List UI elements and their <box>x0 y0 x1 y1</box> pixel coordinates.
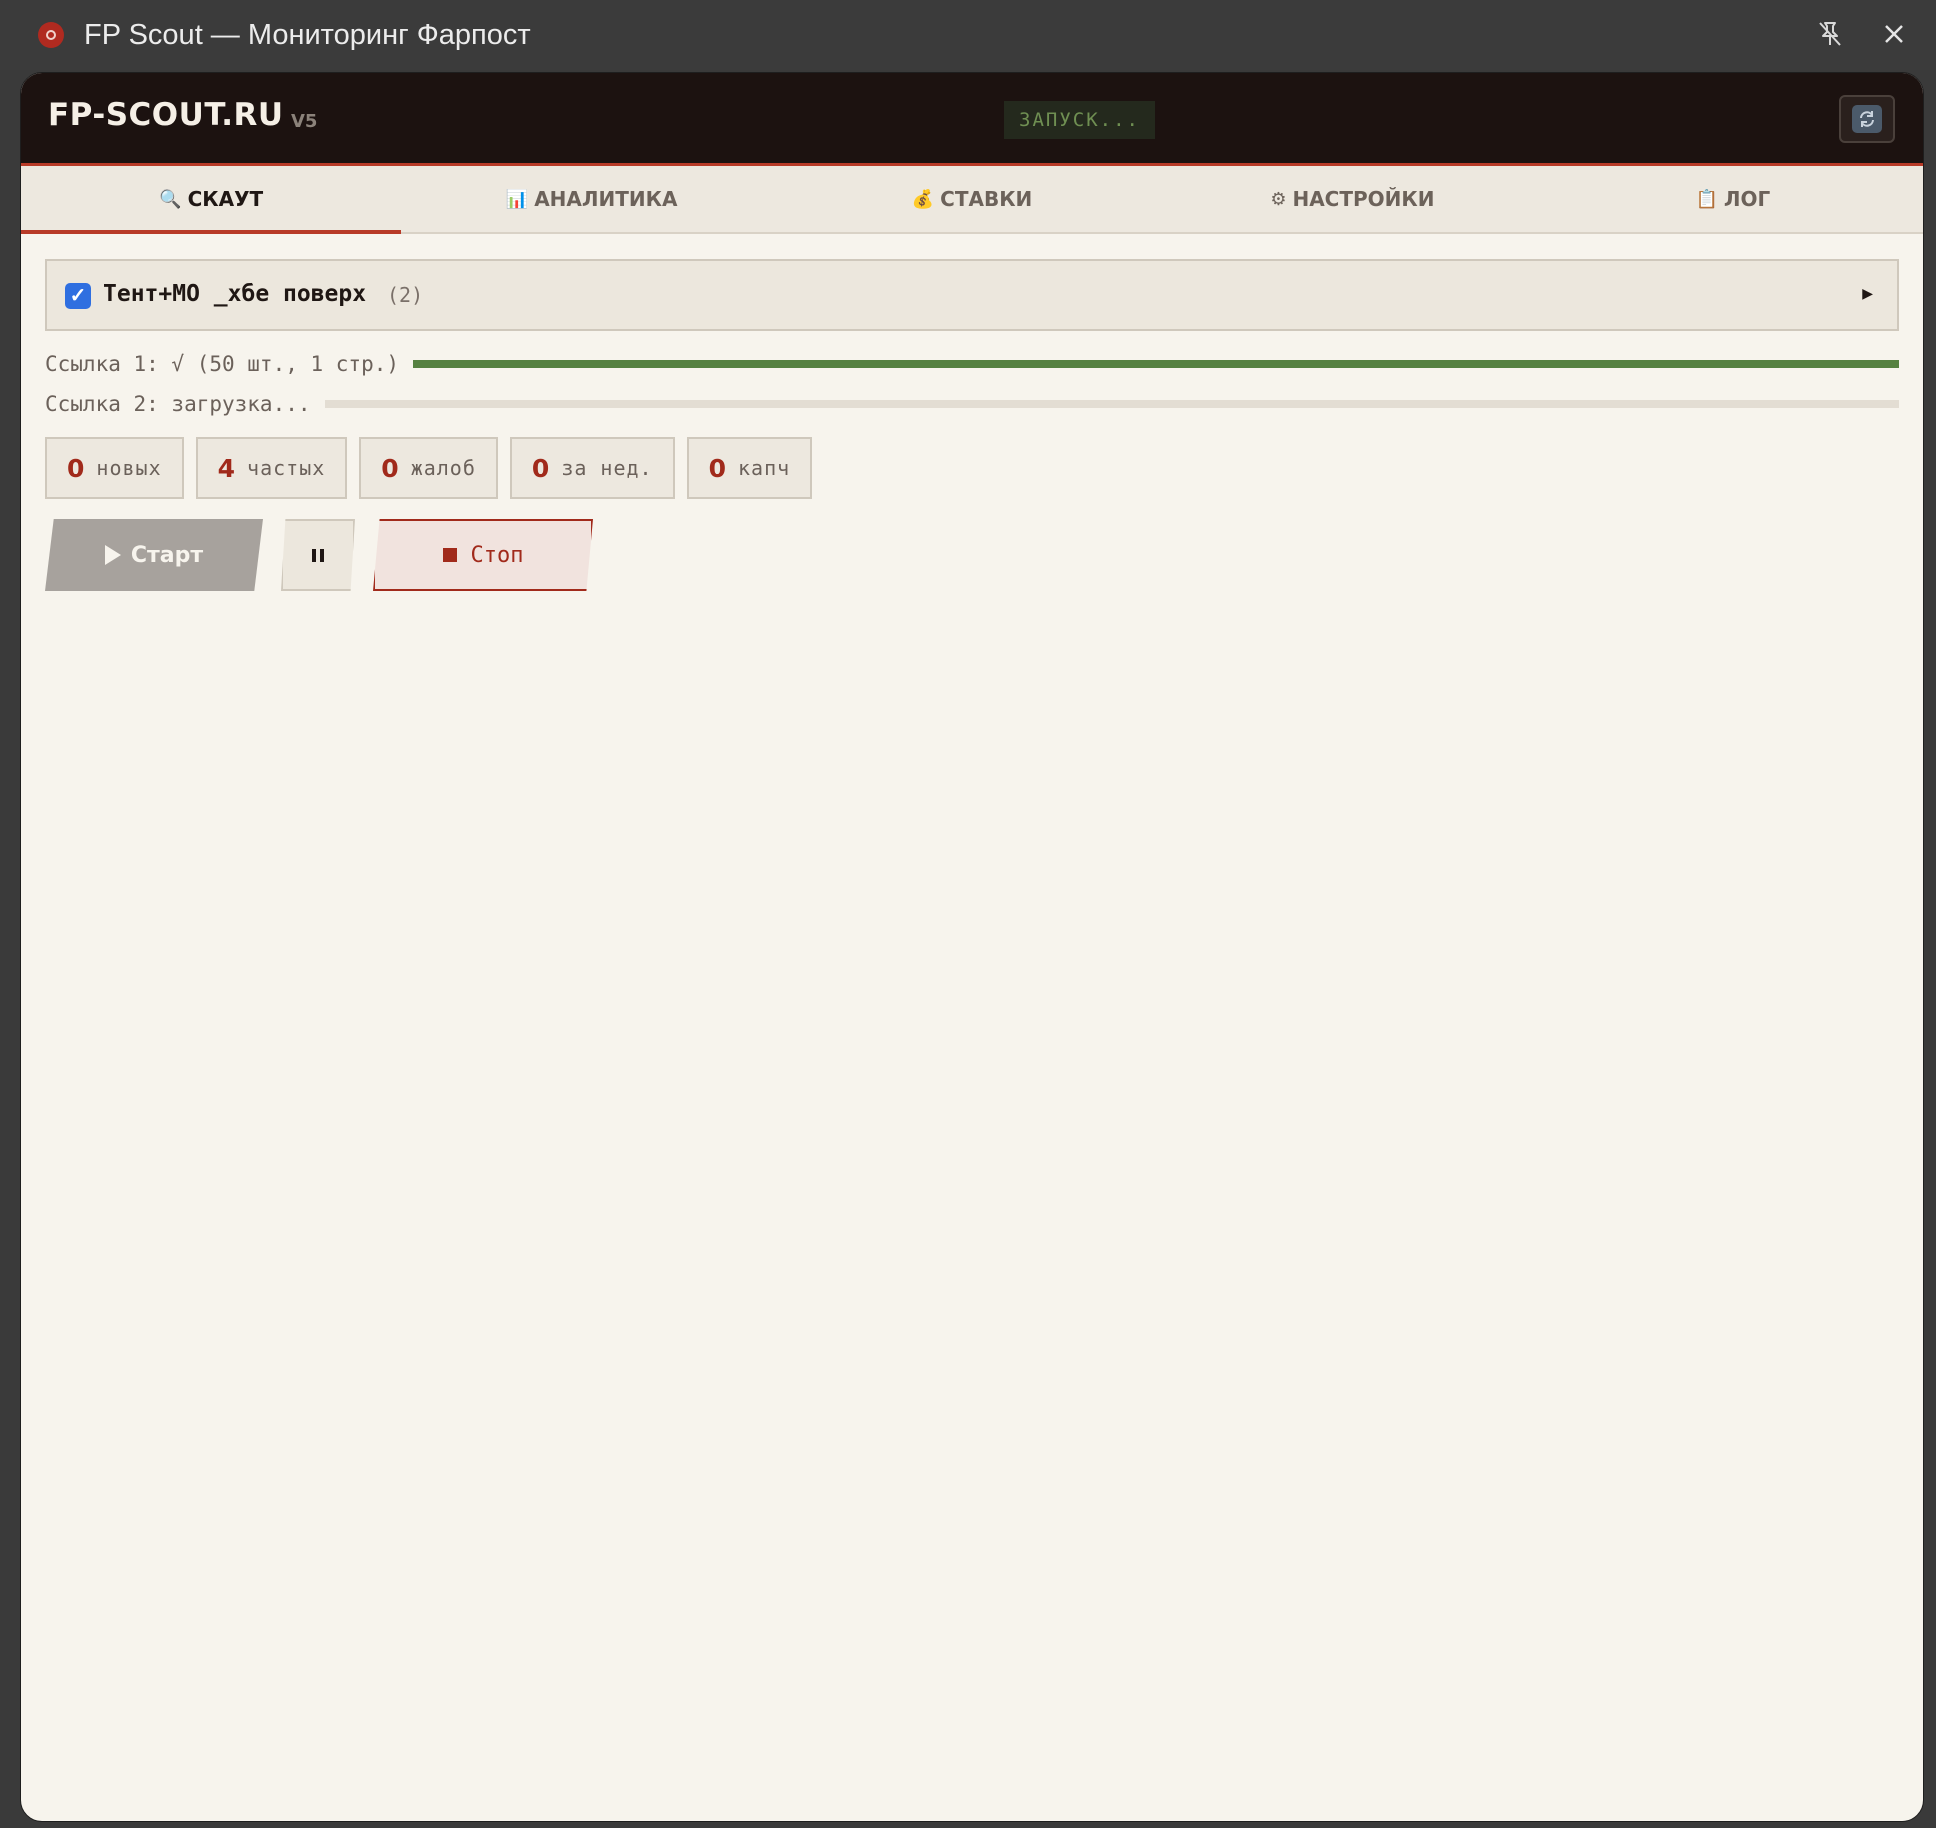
link-status-row: Ссылка 1: √ (50 шт., 1 стр.) <box>45 349 1899 379</box>
money-bag-icon: 💰 <box>911 188 935 210</box>
gear-icon: ⚙ <box>1270 188 1287 210</box>
stop-label: Стоп <box>470 542 524 568</box>
window-titlebar: FP Scout — Мониторинг Фарпост <box>0 0 1936 70</box>
tab-scout[interactable]: 🔍 СКАУТ <box>21 166 402 234</box>
stat-label: новых <box>96 456 162 480</box>
link-status-row: Ссылка 2: загрузка... <box>45 389 1899 419</box>
tab-label: СТАВКИ <box>940 187 1033 211</box>
app-icon <box>38 22 64 48</box>
link-progress-track <box>413 360 1899 368</box>
stat-label: капч <box>738 456 791 480</box>
group-name: Тент+МО _хбе поверх <box>103 281 367 307</box>
pause-icon <box>312 548 324 562</box>
clipboard-icon: 📋 <box>1695 188 1718 210</box>
window-title: FP Scout — Мониторинг Фарпост <box>84 19 531 51</box>
tab-label: СКАУТ <box>187 187 264 211</box>
search-icon: 🔍 <box>159 188 182 210</box>
tab-log[interactable]: 📋 ЛОГ <box>1543 166 1923 232</box>
link-progress-fill <box>413 360 1899 368</box>
tab-label: АНАЛИТИКА <box>534 187 678 211</box>
brand-logo: FP-SCOUT.RU <box>48 97 284 133</box>
group-checkbox[interactable]: ✓ <box>65 283 91 309</box>
app-window: FP-SCOUT.RU V5 ЗАПУСК... 🔍 СКАУТ 📊 АНАЛИ… <box>20 72 1924 1822</box>
stat-value: 0 <box>531 453 550 483</box>
start-button[interactable]: Старт <box>45 519 263 591</box>
stat-value: 0 <box>381 453 399 483</box>
refresh-icon <box>1852 105 1882 133</box>
version-label: V5 <box>291 111 318 132</box>
app-header: FP-SCOUT.RU V5 ЗАПУСК... <box>21 73 1923 166</box>
tab-label: ЛОГ <box>1723 187 1771 211</box>
refresh-button[interactable] <box>1839 95 1895 143</box>
close-icon[interactable] <box>1878 18 1910 50</box>
pause-button[interactable] <box>281 519 355 591</box>
stat-label: частых <box>247 456 326 480</box>
stat-value: 0 <box>708 453 727 483</box>
stat-frequent: 4 частых <box>195 437 348 499</box>
stat-complaints: 0 жалоб <box>359 437 498 499</box>
stat-label: жалоб <box>410 456 476 480</box>
tab-analytics[interactable]: 📊 АНАЛИТИКА <box>401 166 781 232</box>
link-label: Ссылка 1: √ (50 шт., 1 стр.) <box>45 352 400 376</box>
pin-icon[interactable] <box>1814 18 1846 50</box>
stat-new: 0 новых <box>45 437 184 499</box>
link-label: Ссылка 2: загрузка... <box>45 392 311 416</box>
tab-bids[interactable]: 💰 СТАВКИ <box>782 166 1162 232</box>
status-badge: ЗАПУСК... <box>1004 101 1155 139</box>
stat-week: 0 за нед. <box>509 437 675 499</box>
stat-value: 0 <box>67 453 85 483</box>
stop-icon <box>442 548 457 562</box>
tab-label: НАСТРОЙКИ <box>1292 187 1435 211</box>
start-label: Старт <box>130 542 204 568</box>
expand-arrow-icon[interactable]: ▶ <box>1862 285 1873 302</box>
chart-icon: 📊 <box>505 188 529 210</box>
stat-value: 4 <box>217 453 236 483</box>
group-count: (2) <box>387 283 424 307</box>
stat-label: за нед. <box>561 456 653 480</box>
group-row[interactable]: ✓ Тент+МО _хбе поверх (2) ▶ <box>45 259 1899 331</box>
link-progress-track <box>324 400 1899 408</box>
tab-bar: 🔍 СКАУТ 📊 АНАЛИТИКА 💰 СТАВКИ ⚙ НАСТРОЙКИ… <box>21 166 1923 234</box>
play-icon <box>104 545 121 565</box>
stats-bar: 0 новых 4 частых 0 жалоб 0 за нед. 0 кап… <box>45 437 813 499</box>
stop-button[interactable]: Стоп <box>373 519 593 591</box>
tab-settings[interactable]: ⚙ НАСТРОЙКИ <box>1162 166 1542 232</box>
stat-captcha: 0 капч <box>686 437 813 499</box>
